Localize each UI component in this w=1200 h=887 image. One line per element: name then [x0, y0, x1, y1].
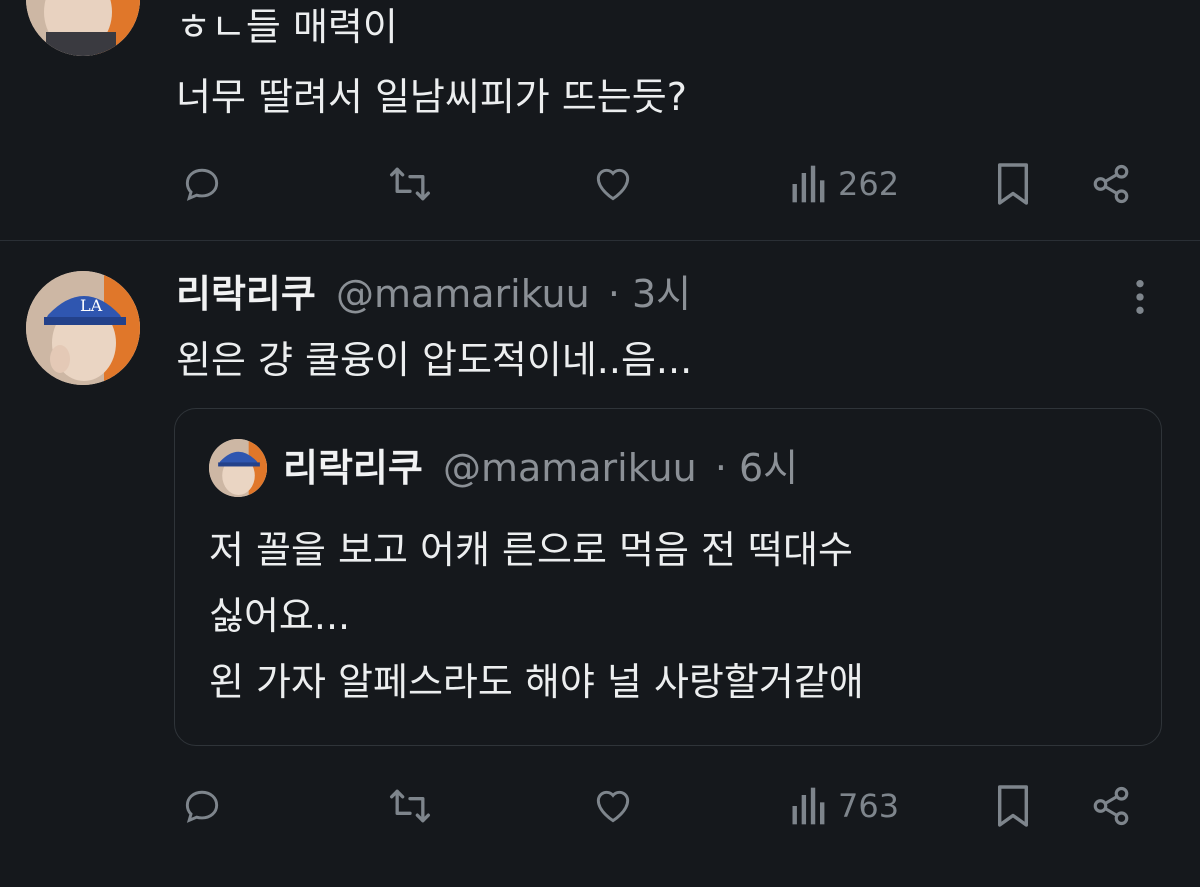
bookmark-icon: [997, 163, 1029, 205]
tweet-text: 왼은 걍 쿨융이 압도적이네..음...: [176, 338, 693, 382]
quoted-text-line: 싫어요...: [209, 594, 351, 638]
quoted-text-line: 저 꼴을 보고 어캐 른으로 먹음 전 떡대수: [209, 528, 853, 572]
quoted-text-line: 왼 가자 알페스라도 해야 널 사랑할거같애: [209, 660, 864, 704]
avatar[interactable]: [26, 0, 140, 56]
reply-icon: [185, 168, 219, 201]
bookmark-button[interactable]: [994, 776, 1032, 836]
quoted-display-name: 리락리쿠: [283, 446, 423, 490]
user-handle[interactable]: @mamarikuu: [336, 272, 590, 316]
retweet-button[interactable]: [386, 776, 434, 836]
tweet-text-line: ㅎㄴ들 매력이: [176, 5, 398, 49]
more-button[interactable]: [1128, 277, 1152, 321]
tweet-header: 리락리쿠 @mamarikuu · 3시: [176, 263, 691, 325]
heart-icon: [596, 790, 630, 823]
quoted-header: 리락리쿠 @mamarikuu · 6시: [283, 437, 798, 499]
share-button[interactable]: [1090, 154, 1132, 214]
quoted-tweet[interactable]: 리락리쿠 @mamarikuu · 6시 저 꼴을 보고 어캐 른으로 먹음 전…: [174, 408, 1162, 746]
retweet-icon: [390, 167, 430, 201]
bookmark-button[interactable]: [994, 154, 1032, 214]
bookmark-icon: [997, 785, 1029, 827]
quoted-avatar: [209, 439, 267, 497]
reply-button[interactable]: [180, 154, 224, 214]
share-icon: [1093, 164, 1129, 204]
quoted-timestamp: · 6시: [714, 446, 799, 490]
tweet-text-line: 너무 딸려서 일남씨피가 뜨는듯?: [176, 75, 687, 119]
views-icon: [792, 165, 825, 203]
share-button[interactable]: [1090, 776, 1132, 836]
tweet-1: ㅎㄴ들 매력이 너무 딸려서 일남씨피가 뜨는듯? 262: [0, 0, 1200, 240]
retweet-button[interactable]: [386, 154, 434, 214]
share-icon: [1093, 786, 1129, 826]
views-icon: [792, 787, 825, 825]
views-count: 763: [838, 787, 900, 825]
more-vertical-icon: [1136, 280, 1144, 314]
reply-button[interactable]: [180, 776, 224, 836]
avatar[interactable]: LA: [26, 271, 140, 385]
views-button[interactable]: 763: [790, 776, 899, 836]
retweet-icon: [390, 789, 430, 823]
tweet-actions: 262: [0, 154, 1200, 214]
like-button[interactable]: [590, 154, 636, 214]
tweet-actions: 763: [0, 776, 1200, 836]
display-name[interactable]: 리락리쿠: [176, 272, 316, 316]
heart-icon: [596, 168, 630, 201]
quoted-user-handle: @mamarikuu: [442, 446, 697, 490]
like-button[interactable]: [590, 776, 636, 836]
views-count: 262: [838, 165, 900, 203]
svg-text:LA: LA: [80, 296, 103, 315]
timestamp[interactable]: · 3시: [608, 272, 691, 316]
reply-icon: [185, 790, 219, 823]
views-button[interactable]: 262: [790, 154, 899, 214]
